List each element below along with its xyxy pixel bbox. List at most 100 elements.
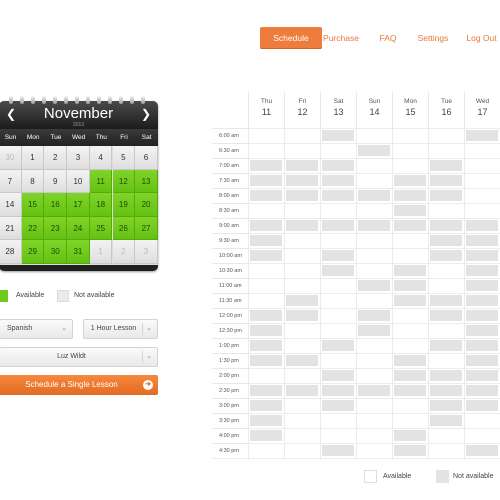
chevron-down-icon: ⌄: [61, 325, 67, 332]
calendar-day[interactable]: 25: [89, 216, 113, 241]
unavailable-slot: [430, 385, 462, 396]
teacher-select[interactable]: Luz Wildt ⌄: [0, 347, 158, 367]
day-column-header: Fri 12: [284, 92, 320, 128]
unavailable-slot: [250, 400, 282, 411]
unavailable-slot: [466, 445, 498, 456]
time-label: 7:30 am: [212, 173, 248, 188]
day-column-header: Sun 14: [356, 92, 392, 128]
unavailable-slot: [358, 325, 390, 336]
calendar-day[interactable]: 21: [0, 216, 22, 241]
grid-line: [212, 218, 500, 219]
language-value: Spanish: [7, 325, 33, 332]
calendar-day[interactable]: 5: [112, 146, 136, 170]
grid-line: [212, 383, 500, 384]
time-label: 12:00 pm: [212, 308, 248, 323]
binder-ring: [86, 96, 90, 104]
calendar-day[interactable]: 29: [21, 240, 45, 264]
time-label: 12:30 pm: [212, 323, 248, 338]
weekday-label: Sun: [4, 134, 17, 141]
calendar-day[interactable]: 26: [112, 216, 136, 241]
unavailable-slot: [430, 175, 462, 186]
calendar-day[interactable]: 27: [135, 216, 158, 241]
unavailable-slot: [250, 385, 282, 396]
unavailable-slot: [250, 415, 282, 426]
calendar-day[interactable]: 1: [21, 146, 45, 170]
calendar-day[interactable]: 30: [44, 240, 68, 264]
grid-line: [212, 353, 500, 354]
grid-line: [212, 338, 500, 339]
nav-settings[interactable]: Settings: [413, 27, 453, 49]
unavailable-slot: [250, 355, 282, 366]
time-label: 6:00 am: [212, 128, 248, 143]
calendar-day[interactable]: 1: [89, 240, 113, 264]
calendar-day[interactable]: 18: [89, 193, 113, 217]
lesson-length-select[interactable]: 1 Hour Lesson ⌄: [83, 319, 158, 339]
calendar-day[interactable]: 20: [135, 193, 158, 217]
weekday-label: Thu: [95, 134, 107, 141]
calendar-day[interactable]: 2: [44, 146, 68, 170]
unavailable-slot: [358, 310, 390, 321]
calendar-day[interactable]: 28: [0, 240, 22, 264]
calendar-day[interactable]: 15: [21, 193, 45, 217]
calendar-day[interactable]: 10: [67, 169, 90, 194]
nav-schedule[interactable]: Schedule: [260, 27, 322, 49]
unavailable-slot: [466, 280, 498, 291]
unavailable-slot: [286, 175, 318, 186]
chevron-right-icon[interactable]: ❯: [140, 108, 152, 120]
calendar-day[interactable]: 22: [21, 216, 45, 241]
unavailable-slot: [286, 310, 318, 321]
calendar-day[interactable]: 2: [112, 240, 136, 264]
calendar-day[interactable]: 17: [67, 193, 90, 217]
unavailable-slot: [394, 385, 426, 396]
unavailable-slot: [250, 325, 282, 336]
binder-ring: [108, 96, 112, 104]
binder-ring: [64, 96, 68, 104]
calendar-day[interactable]: 3: [67, 146, 90, 170]
time-label: 1:30 pm: [212, 353, 248, 368]
grid-line: [212, 203, 500, 204]
unavailable-slot: [466, 295, 498, 306]
day-name: Wed: [475, 98, 490, 105]
nav-faq[interactable]: FAQ: [374, 27, 402, 49]
nav-log-out[interactable]: Log Out: [463, 27, 500, 49]
calendar-day[interactable]: 6: [135, 146, 158, 170]
calendar-day[interactable]: 23: [44, 216, 68, 241]
calendar-day[interactable]: 9: [44, 169, 68, 194]
calendar-day[interactable]: 12: [112, 169, 136, 194]
grid-line: [212, 248, 500, 249]
calendar-day[interactable]: 7: [0, 169, 22, 194]
calendar-body: ❮ November 2013 ❯ Sun Mon Tue Wed Thu Fri Sat …: [0, 101, 158, 271]
calendar-day[interactable]: 14: [0, 193, 22, 217]
unavailable-slot: [430, 235, 462, 246]
unavailable-slot: [250, 160, 282, 171]
language-select[interactable]: Spanish ⌄: [0, 319, 73, 339]
binder-ring: [42, 96, 46, 104]
day-column-header: Sat 13: [320, 92, 356, 128]
calendar-day[interactable]: 11: [89, 169, 113, 194]
unavailable-slot: [430, 160, 462, 171]
calendar-day[interactable]: 3: [135, 240, 158, 264]
day-date: 16: [441, 107, 452, 117]
nav-purchase[interactable]: Purchase: [320, 27, 362, 49]
grid-line: [212, 293, 500, 294]
unavailable-slot: [250, 190, 282, 201]
calendar-month: November: [43, 105, 114, 122]
calendar-day[interactable]: 24: [67, 216, 90, 241]
day-date: 17: [477, 107, 488, 117]
calendar-day[interactable]: 31: [67, 240, 90, 264]
calendar-day[interactable]: 13: [135, 169, 158, 194]
grid-line: [212, 278, 500, 279]
calendar-day[interactable]: 19: [112, 193, 136, 217]
calendar-day[interactable]: 30: [0, 146, 22, 170]
unavailable-slot: [394, 295, 426, 306]
unavailable-slot: [430, 310, 462, 321]
grid-line: [212, 368, 500, 369]
grid-line: [392, 128, 393, 460]
schedule-lesson-button[interactable]: Schedule a Single Lesson ➜: [0, 375, 158, 395]
grid-line: [212, 323, 500, 324]
calendar-day[interactable]: 4: [89, 146, 113, 170]
calendar-day[interactable]: 8: [21, 169, 45, 194]
calendar-year: 2013: [72, 122, 85, 128]
grid-line: [212, 458, 500, 459]
calendar-day[interactable]: 16: [44, 193, 68, 217]
